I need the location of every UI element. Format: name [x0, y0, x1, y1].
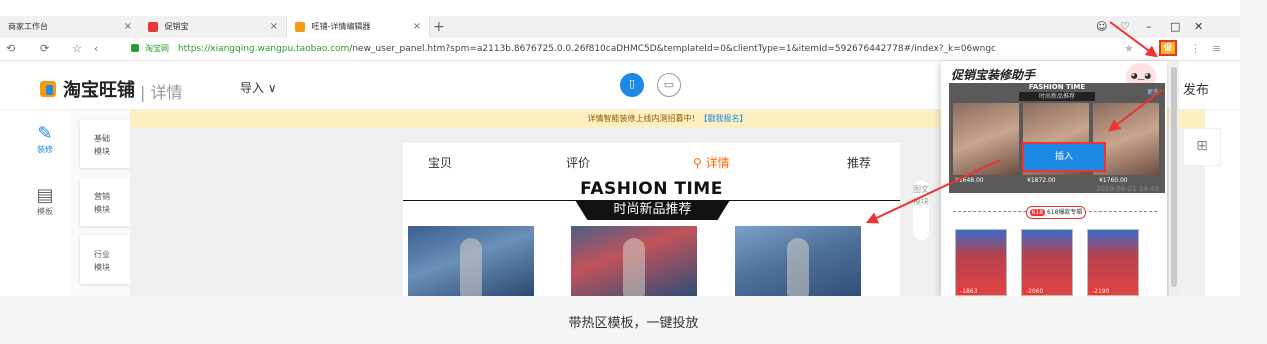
url-host: https://xiangqing.wangpu.taobao.com: [178, 44, 350, 54]
tab-reviews[interactable]: 评价: [566, 154, 590, 171]
new-tab-button[interactable]: +: [433, 16, 445, 38]
url-path: /new_user_panel.htm?spm=a2113b.8676725.0…: [349, 44, 996, 54]
tag-label: 618爆款专辑: [1046, 209, 1083, 216]
section-title: | 详情: [140, 83, 183, 102]
popup-scrollbar[interactable]: [1169, 61, 1179, 296]
shield-icon[interactable]: ♡: [1120, 16, 1130, 38]
menu-icon[interactable]: ≡: [1212, 38, 1221, 60]
tab-label: 旺铺-详情编辑器: [311, 22, 371, 31]
tab-close-icon[interactable]: ×: [270, 16, 278, 38]
template-price: ¥1872.00: [1027, 177, 1056, 184]
tab-label: 促销宝: [164, 22, 189, 31]
tab-detail-editor[interactable]: 旺铺-详情编辑器 ×: [286, 16, 430, 38]
popup-title: 促销宝装修助手: [951, 68, 1036, 82]
tab-recommend[interactable]: 推荐: [847, 154, 871, 171]
product-photo[interactable]: [735, 226, 861, 296]
template-photo: [953, 103, 1019, 175]
left-rail: ✎ 装修 ▤ 模板: [0, 110, 71, 296]
model-figure: [623, 238, 645, 296]
insert-button[interactable]: 插入: [1022, 142, 1106, 172]
location-pin-icon: ⚲: [693, 156, 706, 170]
section-label: 详情: [150, 83, 183, 102]
publish-button[interactable]: 发布: [1183, 79, 1209, 98]
template-icon: ▤: [36, 185, 54, 206]
more-icon[interactable]: ⋮: [1190, 38, 1201, 60]
cuxiaobao-popup: 促销宝装修助手 ◕‿◕ FASHION TIME 时尚新品推荐 更多 ¥1648…: [941, 61, 1167, 296]
template-card[interactable]: FASHION TIME 时尚新品推荐 更多 ¥1648.00 ¥1872.00…: [949, 83, 1165, 193]
bookmark-star-icon[interactable]: ★: [1124, 38, 1134, 60]
template-subheading: 时尚新品推荐: [1019, 92, 1095, 101]
product-thumb[interactable]: -1863: [955, 229, 1007, 296]
browser-tab-bar: 商家工作台 × 促销宝 × 旺铺-详情编辑器 × + ☺ ♡ – □ ✕: [0, 16, 1240, 39]
module-panel: 基础 模块 营销 模块 行业 模块: [70, 110, 130, 296]
model-figure: [787, 238, 809, 296]
back-icon[interactable]: ‹: [94, 38, 98, 60]
product-photo[interactable]: [571, 226, 697, 296]
layout-tool-icon[interactable]: ⊞: [1183, 128, 1221, 166]
secure-site-label: 淘宝网: [145, 44, 169, 53]
notice-signup-link[interactable]: 【戳我报名】: [700, 114, 748, 123]
caption: 带热区模板，一键投放: [568, 316, 699, 331]
lock-icon: [131, 44, 139, 52]
tag-badge: 618: [1029, 209, 1046, 216]
tab-close-icon[interactable]: ×: [124, 16, 132, 38]
rail-item-template[interactable]: ▤ 模板: [30, 186, 60, 217]
module-industry[interactable]: 行业 模块: [80, 236, 130, 284]
template-heading: FASHION TIME: [1028, 83, 1086, 91]
template-date: 2019-06-21 14:49: [1096, 185, 1160, 193]
rail-label: 装修: [37, 145, 53, 154]
notice-text: 详情智能装修上线内测招募中！: [587, 114, 700, 123]
user-icon[interactable]: ☺: [1096, 16, 1107, 38]
tab-merchant-workbench[interactable]: 商家工作台 ×: [0, 16, 140, 38]
tab-close-icon[interactable]: ×: [413, 16, 421, 38]
module-marketing[interactable]: 营销 模块: [80, 178, 130, 226]
url-field[interactable]: https://xiangqing.wangpu.taobao.com/new_…: [178, 38, 996, 60]
favorites-star-icon[interactable]: ☆: [72, 38, 82, 60]
tab-details-label: 详情: [705, 156, 730, 170]
product-price: -2060: [1024, 288, 1046, 295]
address-bar: ⟲ ⟳ ☆ ‹ 淘宝网 https://xiangqing.wangpu.tao…: [0, 38, 1240, 61]
screenshot-frame: 商家工作台 × 促销宝 × 旺铺-详情编辑器 × + ☺ ♡ – □ ✕ ⟲ ⟳…: [0, 0, 1240, 296]
brush-icon: ✎: [37, 123, 53, 144]
close-window-button[interactable]: ✕: [1194, 16, 1203, 38]
new-arrivals-banner: 时尚新品推荐: [575, 200, 730, 220]
tab-details[interactable]: ⚲ 详情: [693, 154, 730, 171]
desktop-preview-icon[interactable]: ▭: [657, 73, 681, 97]
tab-label: 商家工作台: [8, 22, 48, 31]
model-figure: [460, 238, 482, 296]
cuxiaobao-favicon-icon: [148, 21, 158, 32]
reload-icon[interactable]: ⟳: [40, 38, 49, 60]
rail-label: 模板: [37, 207, 53, 216]
template-price: ¥1648.00: [955, 177, 984, 184]
mobile-preview-icon[interactable]: ▯: [620, 73, 644, 97]
template-more-link[interactable]: 更多: [1147, 87, 1159, 96]
brand-title: 淘宝旺铺: [63, 80, 135, 101]
rail-item-decorate[interactable]: ✎ 装修: [30, 124, 60, 155]
fashion-heading: FASHION TIME: [580, 179, 723, 199]
product-photo[interactable]: [408, 226, 534, 296]
product-thumb[interactable]: -2060: [1021, 229, 1073, 296]
cuxiaobao-extension-icon[interactable]: 促: [1159, 40, 1177, 56]
minimize-button[interactable]: –: [1146, 16, 1152, 38]
tag-618-pill[interactable]: 618 618爆款专辑: [1026, 206, 1086, 219]
module-basic[interactable]: 基础 模块: [80, 120, 130, 168]
maximize-button[interactable]: □: [1170, 16, 1180, 38]
template-price: ¥1760.00: [1099, 177, 1128, 184]
product-thumb[interactable]: -2190: [1087, 229, 1139, 296]
wangpu-logo-icon: [40, 81, 56, 97]
history-icon[interactable]: ⟲: [6, 38, 15, 60]
tab-item[interactable]: 宝贝: [428, 154, 452, 171]
phone-preview: 宝贝 评价 ⚲ 详情 推荐 FASHION TIME 时尚新品推荐: [403, 143, 900, 296]
product-price: -2190: [1090, 288, 1112, 295]
tab-cuxiaobao[interactable]: 促销宝 ×: [140, 16, 286, 38]
import-dropdown[interactable]: 导入 ∨: [240, 79, 277, 96]
image-text-module-label[interactable]: 图文模块: [913, 180, 929, 240]
product-price: -1863: [958, 288, 980, 295]
wangpu-favicon-icon: [295, 21, 305, 32]
